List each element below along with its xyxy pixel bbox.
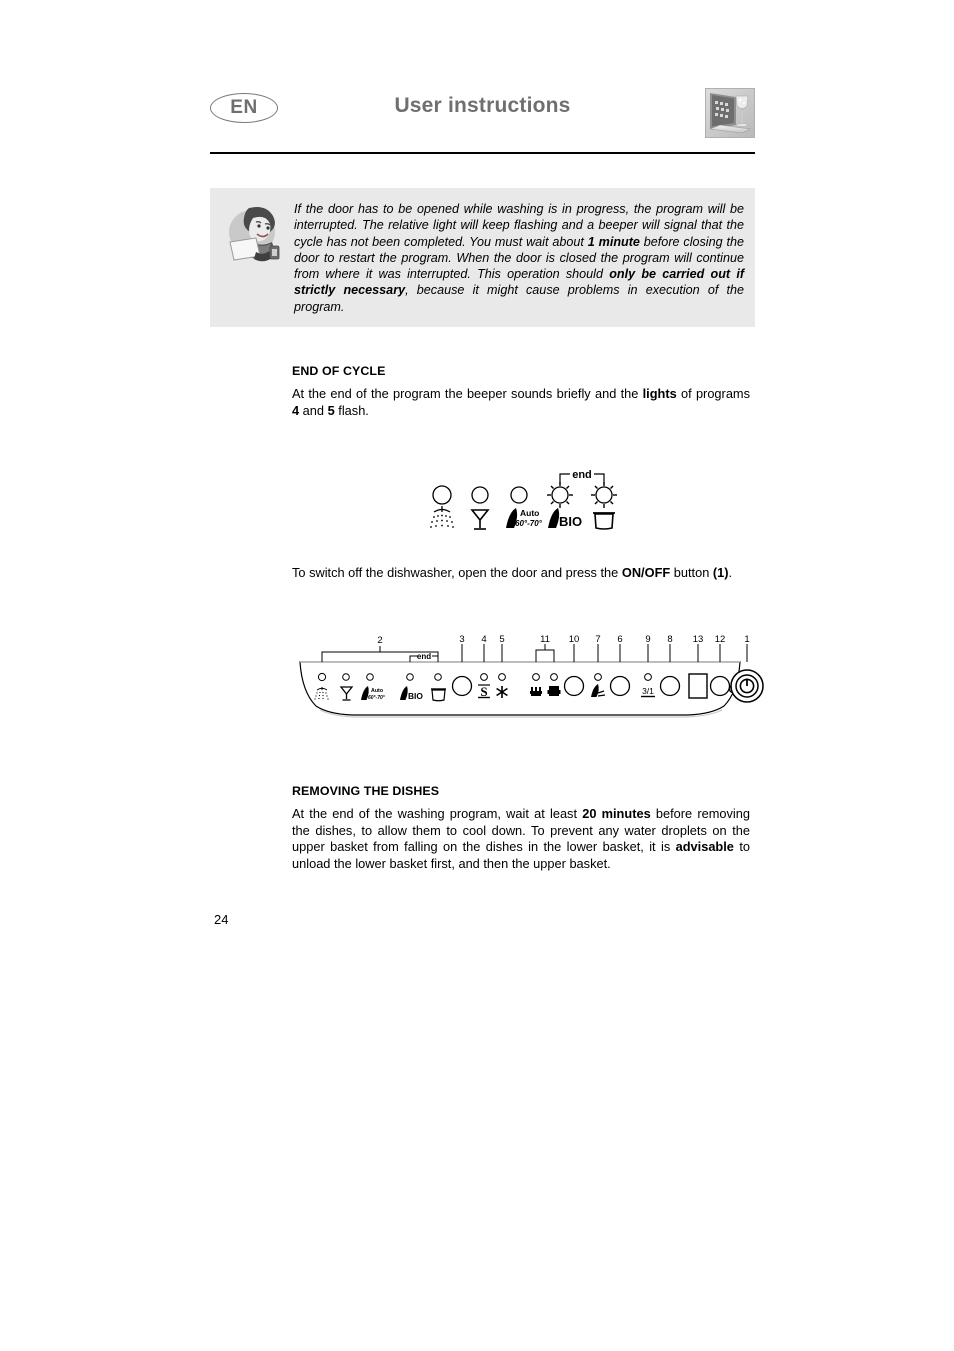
svg-text:3/1: 3/1: [642, 686, 654, 696]
callout-13: 13: [693, 634, 704, 645]
callout-numbers: 2 3 4 5 11 10 7 6 9 8 13 12 1: [377, 634, 749, 646]
end-of-cycle-heading: END OF CYCLE: [292, 364, 386, 378]
note-box: If the door has to be opened while washi…: [210, 188, 755, 327]
callout-7: 7: [595, 634, 600, 645]
callout-9: 9: [645, 634, 650, 645]
on-off-button[interactable]: [730, 669, 764, 703]
end-bracket-label: end: [572, 469, 592, 481]
callout-11: 11: [540, 634, 550, 645]
led-program-3: Auto 60°-70°: [506, 486, 543, 528]
bio-label: BIO: [559, 514, 582, 529]
auto-program-label: Auto: [520, 508, 539, 518]
note-text: If the door has to be opened while washi…: [294, 202, 745, 314]
svg-text:S: S: [480, 684, 487, 699]
led-program-1: [430, 485, 454, 528]
svg-text:Auto: Auto: [371, 688, 384, 694]
page-title: User instructions: [394, 94, 571, 117]
digital-display: [688, 673, 708, 699]
led-program-2: [470, 486, 490, 530]
dishwasher-wineglass-image: [705, 88, 755, 138]
callout-1: 1: [744, 634, 749, 645]
callout-12: 12: [715, 634, 726, 645]
switch-off-paragraph: To switch off the dishwasher, open the d…: [292, 565, 733, 580]
person-reading-note-icon: [226, 202, 288, 270]
page-header: EN User instructions: [210, 88, 755, 150]
panel-end-bracket-label: end: [417, 652, 431, 661]
option-button-10[interactable]: [563, 675, 585, 697]
callout-6: 6: [617, 634, 622, 645]
header-divider: [210, 152, 755, 154]
svg-text:60°-70°: 60°-70°: [368, 695, 386, 701]
led-program-5: [591, 482, 617, 530]
power-icon: [739, 678, 755, 694]
auto-temp-label: 60°-70°: [515, 519, 543, 528]
control-panel-figure: 2 3 4 5 11 10 7 6 9 8 13 12 1 end Auto 6…: [292, 634, 764, 722]
callout-2: 2: [377, 635, 382, 646]
option-button-6[interactable]: [609, 675, 631, 697]
callout-3: 3: [459, 634, 464, 645]
program-select-button[interactable]: [451, 675, 473, 697]
end-of-cycle-lights-figure: end Auto 60°-70° BIO: [412, 462, 632, 540]
option-button-8[interactable]: [659, 675, 681, 697]
callout-4: 4: [481, 634, 486, 645]
removing-dishes-paragraph: At the end of the washing program, wait …: [292, 806, 750, 871]
led-program-4: BIO: [547, 482, 582, 529]
svg-text:BIO: BIO: [408, 691, 423, 701]
callout-10: 10: [569, 634, 580, 645]
end-of-cycle-paragraph: At the end of the program the beeper sou…: [292, 386, 750, 418]
page-number: 24: [214, 912, 229, 927]
callout-8: 8: [667, 634, 672, 645]
callout-leaders: [321, 644, 748, 662]
callout-5: 5: [499, 634, 504, 645]
removing-dishes-heading: REMOVING THE DISHES: [292, 784, 440, 798]
